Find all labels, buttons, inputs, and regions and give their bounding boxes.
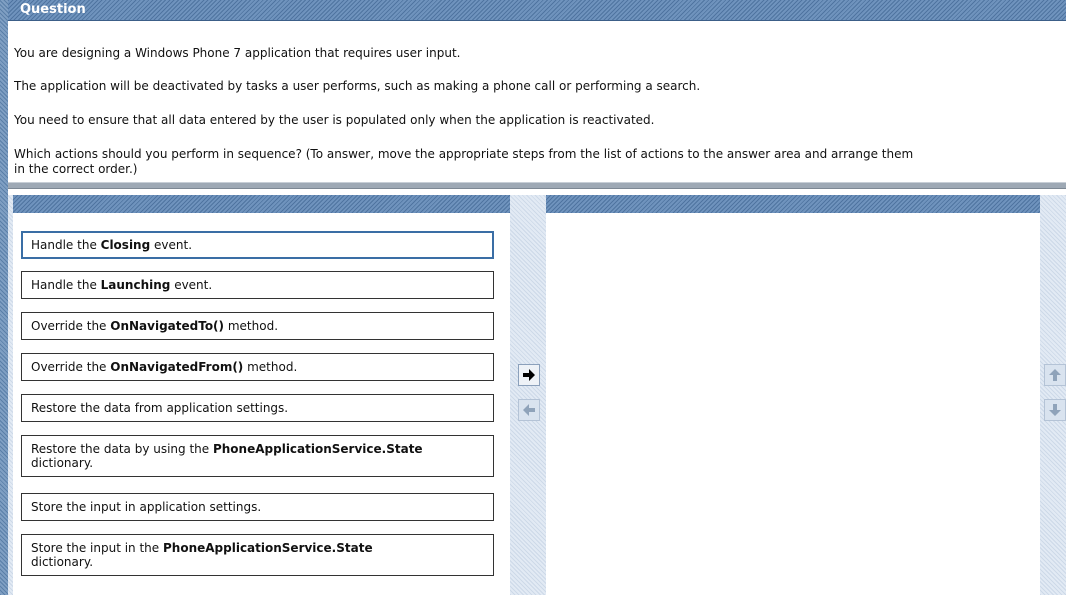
question-line: You are designing a Windows Phone 7 appl… bbox=[14, 46, 461, 60]
move-left-button[interactable] bbox=[518, 399, 540, 421]
actions-panel-header bbox=[13, 195, 510, 213]
action-keyword: PhoneApplicationService.State bbox=[212, 442, 423, 456]
question-line: in the correct order.) bbox=[14, 162, 138, 176]
middle-button-strip bbox=[510, 195, 546, 595]
action-item[interactable]: Override the OnNavigatedFrom() method. bbox=[21, 353, 494, 381]
action-text: Override the bbox=[31, 360, 111, 374]
action-text: method. bbox=[243, 360, 298, 374]
action-item[interactable]: Restore the data from application settin… bbox=[21, 394, 494, 422]
question-header-title: Question bbox=[20, 2, 86, 17]
right-button-strip bbox=[1040, 195, 1066, 595]
action-text: event. bbox=[150, 238, 193, 252]
action-text: method. bbox=[224, 319, 279, 333]
action-keyword: Closing bbox=[100, 238, 151, 252]
action-text: Restore the data by using the bbox=[31, 442, 213, 456]
action-item[interactable]: Store the input in application settings. bbox=[21, 493, 494, 521]
action-keyword: OnNavigatedTo() bbox=[110, 319, 225, 333]
answer-panel-header bbox=[546, 195, 1040, 213]
action-text: Handle the bbox=[31, 278, 101, 292]
action-text: event. bbox=[170, 278, 213, 292]
action-item[interactable]: Override the OnNavigatedTo() method. bbox=[21, 312, 494, 340]
action-text: Handle the bbox=[31, 238, 101, 252]
arrow-down-icon bbox=[1049, 404, 1061, 416]
action-item[interactable]: Handle the Launching event. bbox=[21, 271, 494, 299]
move-right-button[interactable] bbox=[518, 364, 540, 386]
arrow-up-icon bbox=[1049, 369, 1061, 381]
action-keyword: PhoneApplicationService.State bbox=[162, 541, 373, 555]
question-line: Which actions should you perform in sequ… bbox=[14, 147, 914, 161]
action-text: Override the bbox=[31, 319, 111, 333]
action-keyword: Launching bbox=[100, 278, 171, 292]
arrow-right-icon bbox=[523, 369, 535, 381]
question-line: You need to ensure that all data entered… bbox=[14, 113, 655, 127]
action-item[interactable]: Handle the Closing event. bbox=[21, 231, 494, 259]
action-text: Store the input in application settings. bbox=[31, 500, 262, 514]
action-text: dictionary. bbox=[31, 555, 94, 569]
move-down-button[interactable] bbox=[1044, 399, 1066, 421]
action-text: Restore the data from application settin… bbox=[31, 401, 289, 415]
section-divider bbox=[8, 182, 1066, 189]
left-border-strip bbox=[0, 0, 8, 595]
action-text: Store the input in the bbox=[31, 541, 163, 555]
arrow-left-icon bbox=[523, 404, 535, 416]
question-line: The application will be deactivated by t… bbox=[14, 79, 701, 93]
answer-area[interactable] bbox=[546, 213, 1040, 595]
move-up-button[interactable] bbox=[1044, 364, 1066, 386]
action-keyword: OnNavigatedFrom() bbox=[110, 360, 244, 374]
question-header: Question bbox=[8, 0, 1066, 21]
action-text: dictionary. bbox=[31, 456, 94, 470]
action-item[interactable]: Restore the data by using the PhoneAppli… bbox=[21, 435, 494, 477]
action-item[interactable]: Store the input in the PhoneApplicationS… bbox=[21, 534, 494, 576]
